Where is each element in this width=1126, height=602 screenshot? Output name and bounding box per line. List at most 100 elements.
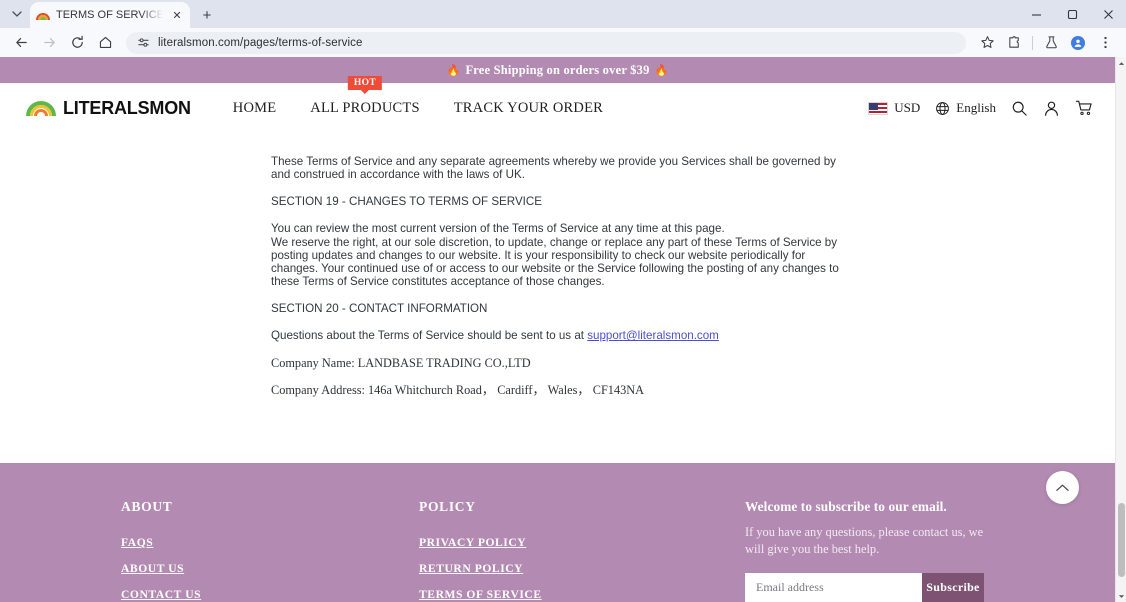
reload-icon: [71, 35, 83, 48]
webpage-viewport: 🔥 Free Shipping on orders over $39 🔥 LIT…: [0, 57, 1115, 602]
star-icon: [980, 36, 994, 48]
newsletter-form: Subscribe: [745, 573, 984, 602]
scrollbar-thumb[interactable]: [1118, 503, 1125, 577]
forward-button[interactable]: [36, 30, 62, 56]
subscribe-button[interactable]: Subscribe: [922, 573, 984, 602]
paragraph-contact: Questions about the Terms of Service sho…: [271, 329, 843, 342]
footer-link-about-us[interactable]: ABOUT US: [121, 562, 419, 575]
rainbow-logo-icon: [26, 100, 56, 116]
address-bar[interactable]: literalsmon.com/pages/terms-of-service: [126, 31, 966, 54]
window-controls: [1018, 0, 1126, 28]
site-logo[interactable]: LITERALSMON: [26, 98, 191, 119]
main-navigation: HOME HOT ALL PRODUCTS TRACK YOUR ORDER: [233, 75, 603, 117]
section-20-heading: SECTION 20 - CONTACT INFORMATION: [271, 302, 488, 316]
language-label: English: [956, 100, 996, 115]
tab-title: TERMS OF SERVICE – Literalsmon: [56, 9, 164, 21]
currency-selector[interactable]: USD: [868, 100, 920, 116]
tab-strip: TERMS OF SERVICE – Literalsmon ✕ +: [0, 0, 1126, 28]
support-email-link[interactable]: support@literalsmon.com: [587, 329, 719, 342]
back-button[interactable]: [8, 30, 34, 56]
account-icon[interactable]: [1043, 100, 1060, 117]
page-scrollbar[interactable]: [1115, 57, 1126, 602]
paragraph-section-19-body: You can review the most current version …: [271, 222, 839, 289]
tune-icon: [137, 38, 149, 47]
announcement-text: Free Shipping on orders over $39: [465, 62, 650, 77]
toolbar-divider: [1032, 35, 1033, 50]
logo-text: LITERALSMON: [63, 97, 191, 118]
fire-icon-left: 🔥: [446, 64, 461, 77]
scrollbar-down-arrow[interactable]: [1116, 590, 1126, 602]
browser-tab[interactable]: TERMS OF SERVICE – Literalsmon ✕: [30, 2, 190, 28]
home-button[interactable]: [92, 30, 118, 56]
footer-newsletter: Welcome to subscribe to our email. If yo…: [745, 499, 997, 602]
caret-up-icon: [1118, 61, 1125, 65]
minimize-icon: [1031, 13, 1041, 16]
window-maximize-button[interactable]: [1054, 0, 1090, 28]
currency-label: USD: [894, 100, 921, 115]
window-minimize-button[interactable]: [1018, 0, 1054, 28]
tab-close-button[interactable]: ✕: [170, 9, 184, 22]
arrow-right-icon: [43, 37, 55, 48]
company-name: Company Name: LANDBASE TRADING CO.,LTD: [271, 355, 531, 370]
labs-button[interactable]: [1038, 30, 1064, 56]
puzzle-icon: [1008, 36, 1019, 48]
extensions-button[interactable]: [1001, 30, 1027, 56]
chevron-down-icon: [12, 11, 22, 17]
footer-column-about: ABOUT FAQS ABOUT US CONTACT US TRACK YOU…: [121, 499, 419, 602]
page-content: These Terms of Service and any separate …: [0, 133, 1115, 463]
footer-heading-about: ABOUT: [121, 499, 173, 514]
footer-link-terms-of-service[interactable]: TERMS OF SERVICE: [419, 588, 745, 601]
new-tab-button[interactable]: +: [194, 2, 220, 28]
profile-button[interactable]: [1065, 30, 1091, 56]
reload-button[interactable]: [64, 30, 90, 56]
footer-link-privacy-policy[interactable]: PRIVACY POLICY: [419, 536, 745, 549]
site-settings-icon[interactable]: [136, 36, 150, 50]
window-close-button[interactable]: [1090, 0, 1126, 28]
caret-down-icon: [1118, 594, 1125, 598]
terms-body: These Terms of Service and any separate …: [271, 155, 843, 397]
avatar: [1071, 35, 1085, 50]
home-icon: [99, 36, 111, 48]
flask-icon: [1045, 36, 1057, 49]
paragraph-governing-law: These Terms of Service and any separate …: [271, 155, 836, 182]
footer-link-contact-us[interactable]: CONTACT US: [121, 588, 419, 601]
browser-menu-button[interactable]: [1092, 30, 1118, 56]
footer-columns: ABOUT FAQS ABOUT US CONTACT US TRACK YOU…: [0, 463, 1115, 602]
company-address: Company Address: 146a Whitchurch Road， C…: [271, 382, 645, 397]
toolbar-actions: [974, 30, 1118, 56]
email-input[interactable]: [745, 573, 922, 602]
newsletter-subtitle: If you have any questions, please contac…: [745, 525, 984, 556]
footer-link-faqs[interactable]: FAQS: [121, 536, 419, 549]
back-to-top-button[interactable]: [1046, 471, 1079, 504]
nav-item-all-products[interactable]: HOT ALL PRODUCTS: [310, 75, 420, 117]
site-footer: ABOUT FAQS ABOUT US CONTACT US TRACK YOU…: [0, 463, 1115, 602]
browser-toolbar: literalsmon.com/pages/terms-of-service: [0, 28, 1126, 57]
kebab-menu-icon: [1103, 36, 1107, 49]
site-header: LITERALSMON HOME HOT ALL PRODUCTS TRACK …: [0, 75, 1115, 133]
language-selector[interactable]: English: [935, 100, 996, 116]
scrollbar-up-arrow[interactable]: [1116, 57, 1126, 69]
person-icon: [1074, 39, 1082, 47]
header-utilities: USD English: [868, 99, 1093, 117]
tab-search-button[interactable]: [4, 0, 30, 28]
nav-item-home[interactable]: HOME: [233, 100, 277, 117]
nav-label-track-your-order: TRACK YOUR ORDER: [453, 99, 604, 116]
url-text[interactable]: literalsmon.com/pages/terms-of-service: [158, 37, 362, 49]
fire-icon-right: 🔥: [654, 64, 669, 77]
cart-icon[interactable]: [1075, 99, 1093, 117]
section-19-heading: SECTION 19 - CHANGES TO TERMS OF SERVICE: [271, 195, 543, 209]
search-icon[interactable]: [1011, 100, 1028, 117]
nav-item-track-your-order[interactable]: TRACK YOUR ORDER: [454, 100, 603, 117]
close-icon: [1103, 9, 1113, 19]
footer-column-policy: POLICY PRIVACY POLICY RETURN POLICY TERM…: [419, 499, 745, 602]
hot-badge: HOT: [347, 75, 383, 90]
bookmark-button[interactable]: [974, 30, 1000, 56]
footer-heading-policy: POLICY: [419, 499, 476, 514]
announcement-bar: 🔥 Free Shipping on orders over $39 🔥: [0, 57, 1115, 83]
rainbow-favicon-icon: [36, 8, 50, 22]
nav-label-all-products: ALL PRODUCTS: [310, 99, 420, 116]
us-flag-icon: [868, 101, 889, 115]
contact-prefix: Questions about the Terms of Service sho…: [271, 329, 588, 343]
nav-label-home: HOME: [232, 99, 277, 116]
footer-link-return-policy[interactable]: RETURN POLICY: [419, 562, 745, 575]
